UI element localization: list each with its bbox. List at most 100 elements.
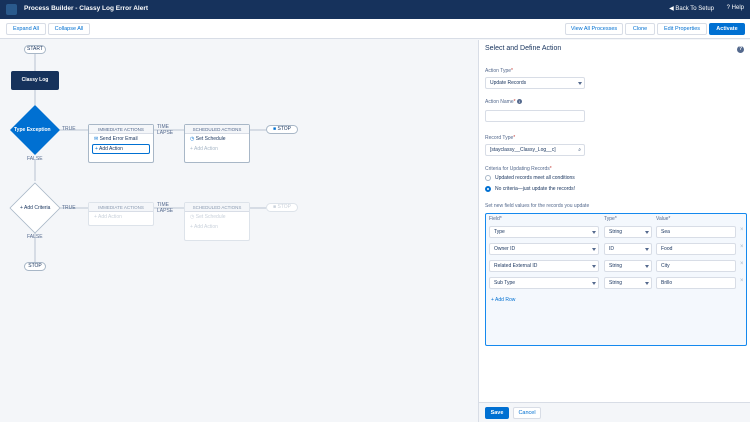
- chevron-down-icon: [592, 265, 596, 268]
- app-header: Process Builder - Classy Log Error Alert…: [0, 0, 750, 19]
- activate-button[interactable]: Activate: [709, 23, 745, 35]
- set-values-label: Set new field values for the records you…: [485, 203, 590, 209]
- record-type-label-text: Record Type: [485, 135, 514, 141]
- action-name-label: Action Name* i: [485, 99, 522, 105]
- panel-footer: Save Cancel: [479, 402, 750, 422]
- stop-label-2: STOP: [277, 204, 291, 210]
- immediate-actions-header-2: IMMEDIATE ACTIONS: [89, 203, 153, 212]
- add-row-label: Add Row: [495, 297, 516, 303]
- required-marker: *: [549, 166, 552, 172]
- time-lapse-label-2: TIME LAPSE: [157, 202, 174, 214]
- record-type-label: Record Type*: [485, 135, 515, 141]
- add-action-label-3: Add Action: [98, 214, 122, 220]
- collapse-all-button[interactable]: Collapse All: [48, 23, 90, 35]
- action-type-value: Update Records: [490, 80, 527, 86]
- record-type-input[interactable]: [stayclassy__Classy_Log__c] ⌕: [485, 144, 585, 156]
- delete-row-icon-2[interactable]: ×: [740, 244, 744, 250]
- radio-all-conditions[interactable]: [485, 175, 491, 181]
- scheduled-actions-panel-2: SCHEDULED ACTIONS ◷ Set Schedule + Add A…: [184, 202, 250, 241]
- field-select-1[interactable]: Type: [489, 226, 599, 238]
- add-action-scheduled-1[interactable]: + Add Action: [185, 144, 249, 154]
- time-lapse-label-1: TIME LAPSE: [157, 124, 174, 136]
- clone-button[interactable]: Clone: [625, 23, 655, 35]
- add-action-button-1[interactable]: + Add Action: [92, 144, 150, 154]
- set-schedule-2[interactable]: ◷ Set Schedule: [185, 212, 249, 222]
- col-type-header: Type*: [604, 216, 617, 222]
- send-error-email-action[interactable]: ✉ Send Error Email: [89, 134, 153, 144]
- scheduled-actions-panel-1: SCHEDULED ACTIONS ◷ Set Schedule + Add A…: [184, 124, 250, 163]
- value-input-2[interactable]: Food: [656, 243, 736, 255]
- view-all-processes-button[interactable]: View All Processes: [565, 23, 623, 35]
- required-marker: *: [668, 216, 671, 222]
- save-button[interactable]: Save: [485, 407, 509, 419]
- field-value-1: Type: [494, 229, 505, 235]
- radio-all-conditions-label: Updated records meet all conditions: [495, 175, 575, 181]
- chevron-down-icon: [645, 231, 649, 234]
- col-value-text: Value: [656, 216, 669, 222]
- col-field-text: Field: [489, 216, 500, 222]
- add-row-button[interactable]: + Add Row: [491, 297, 515, 303]
- criteria-label-text: Criteria for Updating Records: [485, 166, 550, 172]
- required-marker: *: [511, 68, 513, 74]
- action-name-input[interactable]: [485, 110, 585, 122]
- info-icon[interactable]: i: [516, 99, 522, 104]
- toolbar: Expand All Collapse All View All Process…: [0, 19, 750, 39]
- chevron-down-icon: [592, 231, 596, 234]
- edit-properties-button[interactable]: Edit Properties: [657, 23, 707, 35]
- back-to-setup-label: Back To Setup: [675, 6, 714, 12]
- record-type-value: [stayclassy__Classy_Log__c]: [490, 147, 556, 153]
- add-action-label-1: Add Action: [99, 146, 123, 152]
- field-value-3: Related External ID: [494, 263, 538, 269]
- search-icon[interactable]: ⌕: [578, 145, 581, 155]
- required-marker: *: [513, 99, 516, 105]
- add-action-button-2[interactable]: + Add Action: [89, 212, 153, 222]
- criteria-1-label: Type Exception: [14, 127, 51, 133]
- field-values-grid: Field* Type* Value* Type String Sea × Ow…: [485, 213, 747, 346]
- action-type-select[interactable]: Update Records: [485, 77, 585, 89]
- required-marker: *: [499, 216, 502, 222]
- delete-row-icon-3[interactable]: ×: [740, 261, 744, 267]
- chevron-down-icon: [645, 265, 649, 268]
- set-schedule-1[interactable]: ◷ Set Schedule: [185, 134, 249, 144]
- cancel-button[interactable]: Cancel: [513, 407, 541, 419]
- field-select-4[interactable]: Sub Type: [489, 277, 599, 289]
- object-node[interactable]: Classy Log: [11, 71, 59, 90]
- type-value-4: String: [609, 280, 623, 286]
- action-name-label-text: Action Name: [485, 99, 514, 105]
- type-value-2: ID: [609, 246, 614, 252]
- stop-node-3: STOP: [24, 262, 46, 271]
- immediate-actions-panel-1: IMMEDIATE ACTIONS ✉ Send Error Email + A…: [88, 124, 154, 163]
- set-schedule-label-1: Set Schedule: [195, 136, 226, 142]
- delete-row-icon-1[interactable]: ×: [740, 227, 744, 233]
- radio-no-criteria[interactable]: [485, 186, 491, 192]
- action-type-label: Action Type*: [485, 68, 513, 74]
- field-select-2[interactable]: Owner ID: [489, 243, 599, 255]
- back-to-setup-link[interactable]: ◀ Back To Setup: [669, 5, 714, 12]
- help-question-icon[interactable]: ?: [737, 46, 744, 53]
- field-value-2: Owner ID: [494, 246, 516, 252]
- criteria-2-label: + Add Criteria: [20, 205, 51, 211]
- app-title: Process Builder - Classy Log Error Alert: [24, 5, 149, 12]
- chevron-down-icon: [645, 248, 649, 251]
- field-select-3[interactable]: Related External ID: [489, 260, 599, 272]
- process-builder-logo-icon: [6, 4, 17, 15]
- delete-row-icon-4[interactable]: ×: [740, 278, 744, 284]
- scheduled-actions-header-2: SCHEDULED ACTIONS: [185, 203, 249, 212]
- chevron-down-icon: [578, 82, 582, 85]
- value-input-3[interactable]: City: [656, 260, 736, 272]
- type-select-1[interactable]: String: [604, 226, 652, 238]
- expand-all-button[interactable]: Expand All: [6, 23, 46, 35]
- type-select-3[interactable]: String: [604, 260, 652, 272]
- add-action-scheduled-2[interactable]: + Add Action: [185, 222, 249, 232]
- send-email-label: Send Error Email: [99, 136, 138, 142]
- action-panel: Select and Define Action ? Action Type* …: [478, 40, 750, 422]
- stop-label-1: STOP: [277, 126, 291, 132]
- true-label-1: TRUE: [62, 126, 76, 132]
- type-select-2[interactable]: ID: [604, 243, 652, 255]
- help-link[interactable]: ? Help: [727, 5, 744, 11]
- value-input-1[interactable]: Sea: [656, 226, 736, 238]
- add-action-label-2: Add Action: [194, 146, 218, 152]
- radio-no-criteria-label: No criteria—just update the records!: [495, 186, 576, 192]
- type-select-4[interactable]: String: [604, 277, 652, 289]
- value-input-4[interactable]: Brillo: [656, 277, 736, 289]
